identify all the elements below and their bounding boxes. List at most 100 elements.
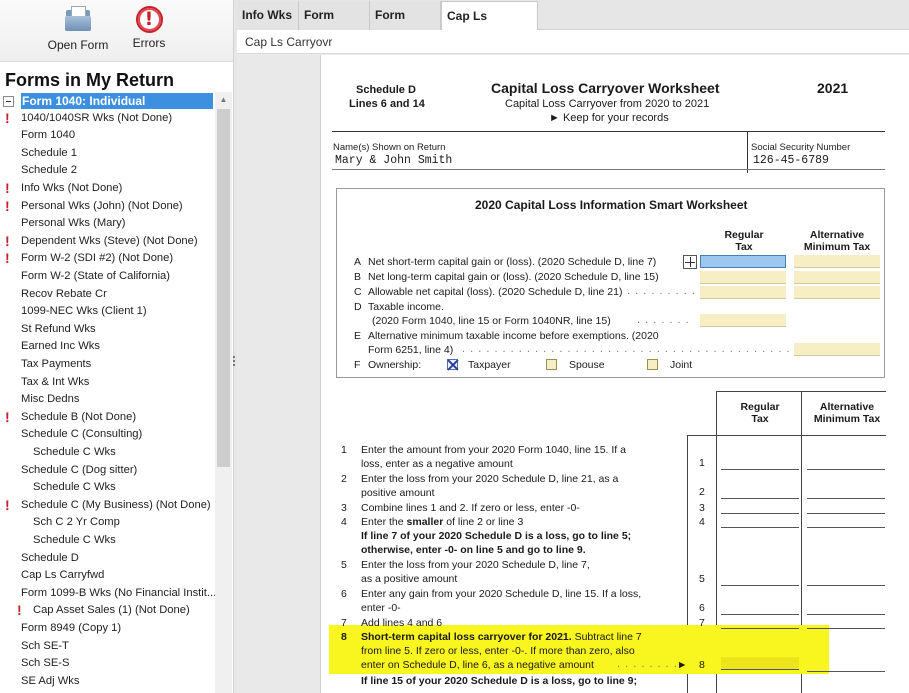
error-flag-icon: ! — [17, 602, 22, 619]
line-6-number: 6 — [341, 588, 347, 600]
row-b-regular-field[interactable] — [700, 271, 786, 284]
tree-item[interactable]: Schedule 1 — [0, 145, 215, 163]
tree-item[interactable]: Schedule C (Consulting) — [0, 426, 215, 444]
taxpayer-checkbox[interactable] — [447, 359, 458, 370]
errors-button[interactable]: ! Errors — [126, 6, 172, 50]
scroll-up-icon[interactable]: ▲ — [215, 92, 232, 108]
joint-checkbox[interactable] — [647, 359, 658, 370]
tree-item[interactable]: Earned Inc Wks — [0, 338, 215, 356]
tree-item[interactable]: Recov Rebate Cr — [0, 286, 215, 304]
line-1-regular-field[interactable] — [721, 469, 799, 470]
tab-info-wks[interactable]: Info Wks — [237, 1, 299, 30]
tab-form-8958[interactable]: Form 8958 — [370, 1, 441, 50]
line-8-text: Short-term capital loss carryover for 20… — [361, 630, 642, 645]
tree-item[interactable]: Sch C 2 Yr Comp — [0, 514, 215, 532]
tree-item[interactable]: ! Schedule B (Not Done) — [0, 409, 215, 427]
row-c-amt-field[interactable] — [794, 286, 880, 299]
tree-item[interactable]: ! Info Wks (Not Done) — [0, 180, 215, 198]
tree-item[interactable]: Schedule 2 — [0, 162, 215, 180]
line-3-regular-field[interactable] — [721, 513, 799, 514]
tree-item[interactable]: Schedule C Wks — [0, 444, 215, 462]
line-5-regular-field[interactable] — [721, 585, 799, 586]
line-5-instruction: If line 7 of your 2020 Schedule D is a l… — [361, 530, 632, 542]
tree-item[interactable]: Tax & Int Wks — [0, 374, 215, 392]
tree-item[interactable]: Form 8949 (Copy 1) — [0, 620, 215, 638]
error-flag-icon: ! — [5, 180, 10, 196]
line-4-amt-field[interactable] — [807, 527, 885, 528]
tree-item[interactable]: Form 1099-B Wks (No Financial Instit... — [0, 585, 215, 603]
errors-label: Errors — [132, 36, 166, 50]
forms-scrollbar[interactable]: ▲ — [215, 92, 232, 693]
tree-item[interactable]: Form W-2 (State of California) — [0, 268, 215, 286]
smart-col-regular: Regular Tax — [711, 229, 777, 253]
line-7-amt-field[interactable] — [807, 628, 885, 629]
smart-col-amt: Alternative Minimum Tax — [797, 229, 877, 253]
tree-item-label: Form 1099-B Wks (No Financial Instit... — [21, 586, 215, 599]
tree-item[interactable]: Sch SE-S — [0, 655, 215, 673]
tree-item[interactable]: Schedule C (Dog sitter) — [0, 462, 215, 480]
line-7-regular-field[interactable] — [721, 628, 799, 629]
tree-item[interactable]: ! Form W-2 (SDI #2) (Not Done) — [0, 250, 215, 268]
tree-item[interactable]: ! 1040/1040SR Wks (Not Done) — [0, 110, 215, 128]
line-5-instruction-2: otherwise, enter -0- on line 5 and go to… — [361, 544, 586, 556]
tree-item[interactable]: Schedule C Wks — [0, 479, 215, 497]
spouse-checkbox[interactable] — [546, 359, 557, 370]
tree-item[interactable]: ! Schedule C (My Business) (Not Done) — [0, 497, 215, 515]
row-d-regular-field[interactable] — [700, 314, 786, 327]
tree-item[interactable]: Misc Dedns — [0, 391, 215, 409]
smart-row-f-letter: F — [354, 359, 361, 371]
joint-label: Joint — [670, 359, 693, 371]
line-6-amt-field[interactable] — [807, 614, 885, 615]
collapse-icon[interactable] — [3, 96, 14, 107]
tree-item[interactable]: ! Personal Wks (John) (Not Done) — [0, 198, 215, 216]
tree-item[interactable]: ! Dependent Wks (Steve) (Not Done) — [0, 233, 215, 251]
name-label: Name(s) Shown on Return — [333, 142, 446, 153]
line-2-regular-field[interactable] — [721, 498, 799, 499]
tree-item-selected[interactable]: Form 1040: Individual — [0, 92, 215, 110]
splitter-grip-icon[interactable] — [232, 356, 236, 368]
line-3-amt-field[interactable] — [807, 513, 885, 514]
row-a-amt-field[interactable] — [794, 255, 880, 268]
smart-row-d-label: Taxable income. — [368, 301, 444, 313]
tab-form-8453[interactable]: Form 8453 — [299, 1, 370, 50]
line-1-amt-field[interactable] — [807, 469, 885, 470]
tree-item[interactable]: Form 1040 — [0, 127, 215, 145]
tree-item-label: Cap Ls Carryfwd — [21, 569, 105, 582]
tree-item-label: Cap Asset Sales (1) (Not Done) — [33, 604, 190, 617]
open-form-button[interactable]: Open Form — [44, 6, 112, 52]
tree-item[interactable]: Sch SE-T — [0, 638, 215, 656]
line-2-amt-field[interactable] — [807, 498, 885, 499]
tree-item[interactable]: Personal Wks (Mary) — [0, 215, 215, 233]
smart-row-e-label-2: Form 6251, line 4) — [368, 344, 454, 356]
scroll-thumb[interactable] — [217, 109, 230, 467]
tree-item[interactable]: Tax Payments — [0, 356, 215, 374]
line-4-regular-field[interactable] — [721, 527, 799, 528]
tree-item[interactable]: ! Cap Asset Sales (1) (Not Done) — [0, 602, 215, 620]
line-8-regular-field[interactable] — [721, 657, 799, 670]
row-b-amt-field[interactable] — [794, 271, 880, 284]
col-regular-l1: Regular — [740, 401, 780, 413]
row-c-regular-field[interactable] — [700, 286, 786, 299]
line-8-text-2: from line 5. If zero or less, enter -0-.… — [361, 645, 635, 657]
tree-item[interactable]: Cap Ls Carryfwd — [0, 567, 215, 585]
line-6-regular-field[interactable] — [721, 614, 799, 615]
line-8-amt-field[interactable] — [807, 671, 885, 672]
line-7-text: Add lines 4 and 6 — [361, 617, 443, 629]
worksheet-title: Capital Loss Carryover Worksheet — [491, 80, 720, 96]
error-flag-icon: ! — [5, 408, 10, 425]
tree-item[interactable]: 1099-NEC Wks (Client 1) — [0, 303, 215, 321]
line-5-amt-field[interactable] — [807, 585, 885, 586]
tree-item[interactable]: Schedule D — [0, 550, 215, 568]
tab-cap-ls-carryovr[interactable]: Cap Ls Carryovr — [441, 1, 538, 51]
row-a-regular-field[interactable] — [700, 255, 786, 268]
row-e-amt-field[interactable] — [794, 343, 880, 356]
calculator-plus-icon[interactable] — [683, 255, 697, 269]
tree-item[interactable]: Schedule C Wks — [0, 532, 215, 550]
folder-icon — [64, 6, 92, 32]
tree-item[interactable]: St Refund Wks — [0, 321, 215, 339]
ssn-field[interactable]: 126-45-6789 — [753, 154, 829, 167]
tree-item[interactable]: SE Adj Wks — [0, 673, 215, 691]
line-8-text-a: Short-term capital loss carryover for 20… — [361, 631, 572, 643]
taxpayer-name-field[interactable]: Mary & John Smith — [335, 154, 452, 167]
form-scroll-area[interactable]: Schedule D Lines 6 and 14 Capital Loss C… — [237, 55, 909, 693]
